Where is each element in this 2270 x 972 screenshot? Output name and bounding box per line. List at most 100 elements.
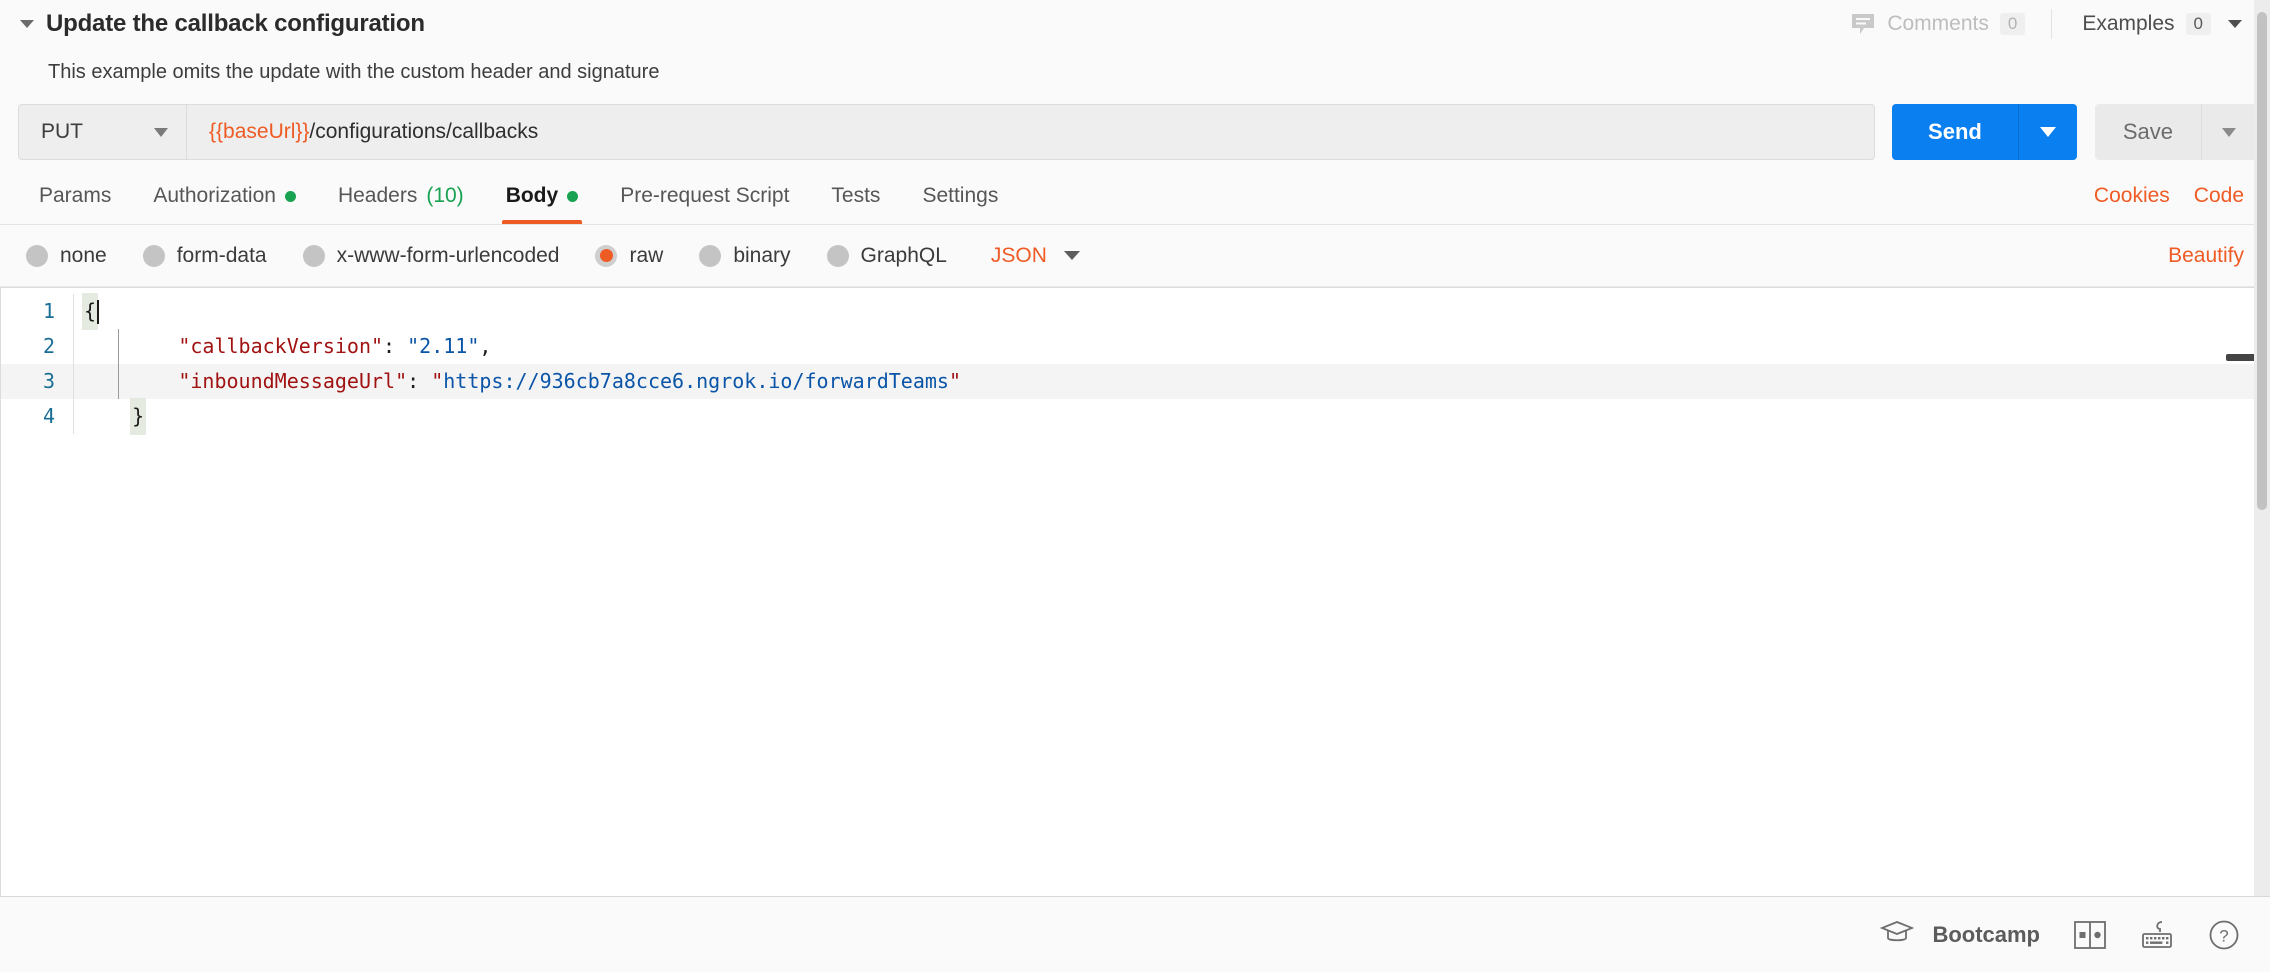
status-bar: Bootcamp ? bbox=[0, 896, 2270, 972]
code-line-1[interactable]: 1 { bbox=[1, 293, 2270, 330]
comments-count: 0 bbox=[1999, 13, 2026, 35]
code-line-4[interactable]: 4 } bbox=[1, 398, 2270, 435]
bootcamp-button[interactable]: Bootcamp bbox=[1880, 919, 2040, 950]
http-method-select[interactable]: PUT bbox=[19, 105, 187, 159]
code-link[interactable]: Code bbox=[2194, 184, 2244, 208]
send-button[interactable]: Send bbox=[1892, 104, 2019, 160]
page-title: Update the callback configuration bbox=[46, 10, 425, 37]
tab-headers[interactable]: Headers (10) bbox=[317, 168, 485, 224]
code-line-4-content[interactable]: } bbox=[73, 398, 2270, 435]
json-colon-3: : bbox=[407, 369, 432, 393]
json-comma-2: , bbox=[479, 334, 492, 358]
radio-raw-icon bbox=[595, 244, 618, 267]
request-description: This example omits the update with the c… bbox=[48, 60, 660, 83]
radio-form-data-icon bbox=[142, 244, 165, 267]
postman-request-pane: Update the callback configuration Commen… bbox=[0, 0, 2270, 972]
examples-count: 0 bbox=[2185, 13, 2211, 35]
tab-body[interactable]: Body bbox=[485, 168, 600, 224]
tab-tests-label: Tests bbox=[831, 184, 881, 207]
line-number-3: 3 bbox=[42, 369, 55, 393]
code-line-3[interactable]: 3 "inboundMessageUrl": " https://936cb7a8… bbox=[1, 364, 2270, 399]
headers-count: (10) bbox=[426, 184, 464, 207]
code-line-2[interactable]: 2 "callbackVersion": "2.11", bbox=[1, 329, 2270, 364]
request-body-editor[interactable]: 1 { 2 "callbackVersion": "2.11", 3 "inbo… bbox=[0, 287, 2270, 896]
examples-label: Examples bbox=[2082, 12, 2175, 35]
radio-urlencoded-icon bbox=[302, 244, 325, 267]
json-close-brace: } bbox=[130, 398, 147, 435]
tab-params[interactable]: Params bbox=[18, 168, 132, 224]
examples-button[interactable]: Examples 0 bbox=[2060, 12, 2256, 36]
radio-binary-icon bbox=[699, 244, 722, 267]
tab-tests[interactable]: Tests bbox=[810, 168, 901, 224]
body-type-binary[interactable]: binary bbox=[699, 243, 791, 268]
collapse-caret-down-icon[interactable] bbox=[20, 20, 34, 28]
code-line-3-content[interactable]: "inboundMessageUrl": " https://936cb7a8cc… bbox=[73, 364, 2270, 399]
send-caret-down-icon bbox=[2039, 127, 2056, 137]
code-line-2-content[interactable]: "callbackVersion": "2.11", bbox=[73, 329, 2270, 364]
header-divider bbox=[2051, 9, 2053, 39]
code-line-1-content[interactable]: { bbox=[73, 293, 2270, 330]
request-tabs: Params Authorization Headers (10) Body P… bbox=[0, 168, 2270, 225]
help-circle-icon[interactable]: ? bbox=[2208, 919, 2240, 951]
tab-params-label: Params bbox=[39, 184, 112, 207]
pane-vertical-scrollbar[interactable] bbox=[2254, 0, 2270, 896]
body-type-selector: none form-data x-www-form-urlencoded raw… bbox=[0, 225, 2270, 287]
keyboard-shortcuts-icon[interactable] bbox=[2140, 920, 2174, 950]
indent-guide bbox=[118, 329, 119, 399]
body-format-select[interactable]: JSON bbox=[991, 244, 1080, 268]
json-quote-close-3: " bbox=[948, 369, 962, 393]
examples-caret-down-icon[interactable] bbox=[2228, 20, 2242, 28]
save-options-button[interactable] bbox=[2202, 104, 2256, 160]
body-status-dot-icon bbox=[567, 190, 579, 202]
body-format-caret-down-icon bbox=[1063, 251, 1080, 260]
comments-button[interactable]: Comments 0 bbox=[1832, 12, 2043, 36]
body-type-form-data[interactable]: form-data bbox=[142, 243, 267, 268]
json-key-inboundmessageurl: "inboundMessageUrl" bbox=[178, 369, 408, 393]
body-type-graphql[interactable]: GraphQL bbox=[826, 243, 947, 268]
url-input[interactable]: {{baseUrl}}/configurations/callbacks bbox=[187, 105, 1875, 159]
pane-scrollbar-thumb[interactable] bbox=[2257, 12, 2267, 510]
code-editor-content[interactable]: 1 { 2 "callbackVersion": "2.11", 3 "inbo… bbox=[1, 288, 2270, 435]
body-type-form-data-label: form-data bbox=[176, 243, 267, 267]
tab-settings[interactable]: Settings bbox=[901, 168, 1019, 224]
request-title-group: Update the callback configuration bbox=[0, 10, 425, 38]
url-bar: PUT {{baseUrl}}/configurations/callbacks… bbox=[0, 96, 2270, 168]
body-format-label: JSON bbox=[990, 243, 1047, 267]
tab-body-label: Body bbox=[505, 184, 559, 207]
tab-pre-request-script[interactable]: Pre-request Script bbox=[599, 168, 810, 224]
save-button[interactable]: Save bbox=[2095, 104, 2202, 160]
body-type-graphql-label: GraphQL bbox=[860, 243, 947, 267]
json-quote-open-3: " bbox=[431, 369, 444, 393]
request-header: Update the callback configuration Commen… bbox=[0, 0, 2270, 48]
tabs-right-links: Cookies Code bbox=[2094, 168, 2270, 224]
graduation-cap-icon bbox=[1880, 919, 1915, 950]
body-type-none-label: none bbox=[60, 243, 107, 267]
tab-settings-label: Settings bbox=[922, 184, 999, 207]
line-number-4: 4 bbox=[42, 404, 55, 428]
json-value-callbackversion: "2.11" bbox=[407, 334, 480, 358]
comments-label: Comments bbox=[1887, 12, 1989, 35]
text-cursor bbox=[97, 299, 100, 324]
send-options-button[interactable] bbox=[2018, 104, 2077, 160]
method-url-group: PUT {{baseUrl}}/configurations/callbacks bbox=[18, 104, 1876, 160]
line-number-2: 2 bbox=[42, 334, 55, 358]
authorization-status-dot-icon bbox=[284, 190, 296, 202]
save-caret-down-icon bbox=[2222, 127, 2236, 137]
header-actions: Comments 0 Examples 0 bbox=[1832, 0, 2270, 48]
tab-pre-request-script-label: Pre-request Script bbox=[620, 184, 790, 207]
method-caret-down-icon bbox=[154, 127, 168, 137]
tab-authorization-label: Authorization bbox=[153, 184, 276, 207]
cookies-link[interactable]: Cookies bbox=[2094, 184, 2170, 208]
json-value-inboundmessageurl[interactable]: https://936cb7a8cce6.ngrok.io/forwardTea… bbox=[443, 364, 949, 399]
body-type-urlencoded-label: x-www-form-urlencoded bbox=[336, 243, 560, 267]
two-pane-layout-icon[interactable] bbox=[2074, 920, 2106, 949]
json-key-callbackversion: "callbackVersion" bbox=[178, 334, 384, 358]
body-type-raw-label: raw bbox=[629, 243, 664, 267]
body-type-raw[interactable]: raw bbox=[595, 244, 663, 268]
line-number-1: 1 bbox=[42, 299, 55, 323]
body-type-urlencoded[interactable]: x-www-form-urlencoded bbox=[302, 243, 560, 268]
tab-authorization[interactable]: Authorization bbox=[132, 168, 317, 224]
json-colon-2: : bbox=[383, 334, 408, 358]
body-type-none[interactable]: none bbox=[26, 244, 107, 268]
body-type-binary-label: binary bbox=[733, 243, 791, 267]
